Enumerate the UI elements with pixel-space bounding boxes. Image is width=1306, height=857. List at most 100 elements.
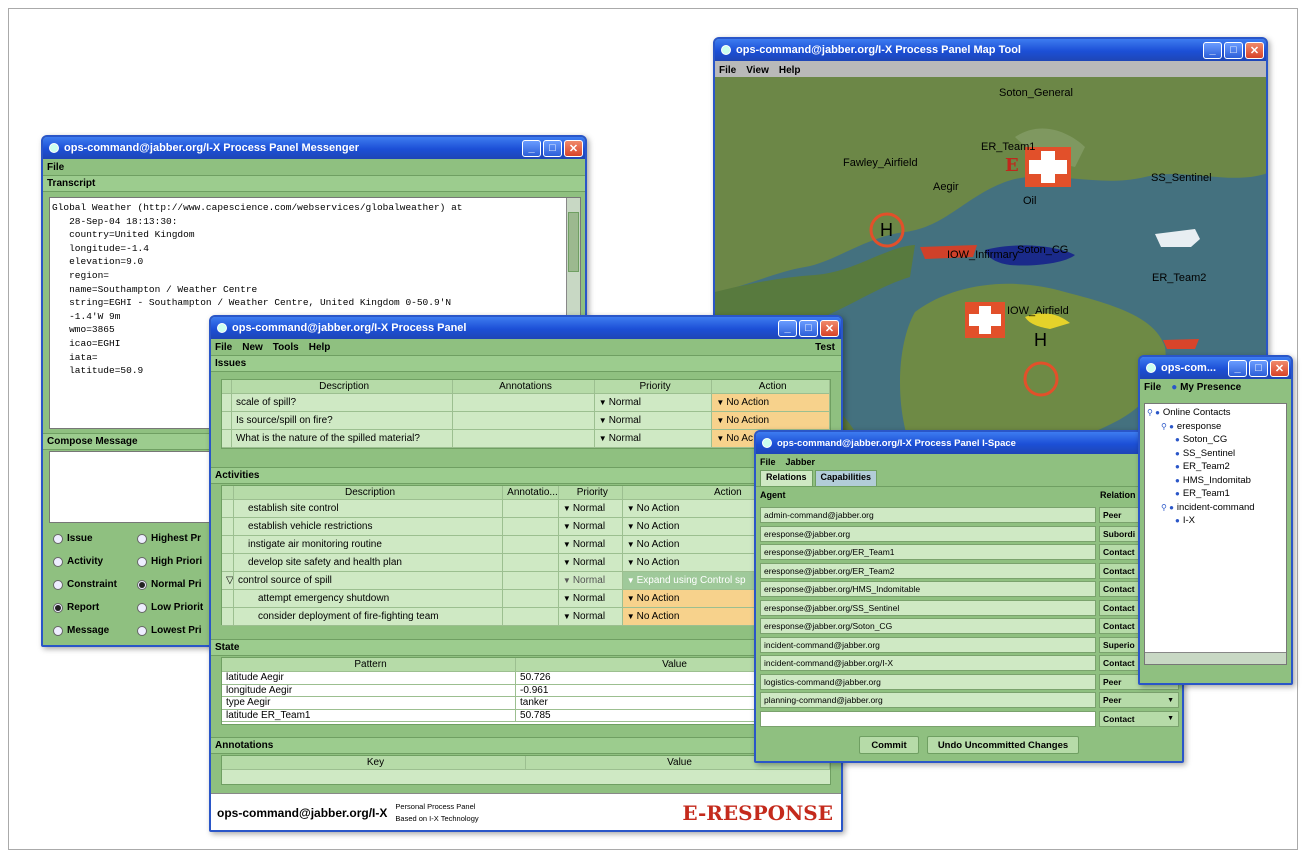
messenger-menu-file[interactable]: File: [47, 162, 64, 173]
state-row[interactable]: latitude ER_Team1 50.785: [222, 709, 830, 722]
agent-field[interactable]: eresponse@jabber.org/Soton_CG: [760, 618, 1096, 634]
activity-row[interactable]: attempt emergency shutdown ▼ Normal ▼ No Act…: [222, 590, 830, 608]
panel-menu-new[interactable]: New: [242, 342, 263, 353]
contact-tree-node[interactable]: ⚲ ● incident-command: [1147, 501, 1284, 515]
dropdown-arrow-icon[interactable]: ▼: [627, 558, 635, 567]
issue-priority[interactable]: ▼ Normal: [595, 394, 713, 411]
map-menu-help[interactable]: Help: [779, 65, 801, 76]
issue-priority[interactable]: ▼ Normal: [595, 430, 713, 447]
activity-expander[interactable]: [222, 554, 234, 571]
activity-priority[interactable]: ▼ Normal: [559, 500, 623, 517]
dropdown-arrow-icon[interactable]: ▼: [563, 522, 571, 531]
scroll-thumb[interactable]: [568, 212, 579, 272]
radio-message[interactable]: Message: [53, 625, 109, 636]
agent-field[interactable]: [760, 710, 1096, 727]
minimize-icon[interactable]: _: [1228, 359, 1247, 377]
map-menu-view[interactable]: View: [746, 65, 769, 76]
close-icon[interactable]: ✕: [1270, 359, 1289, 377]
maximize-icon[interactable]: □: [1224, 41, 1243, 59]
dropdown-arrow-icon[interactable]: ▼: [716, 416, 724, 425]
activity-priority[interactable]: ▼ Normal: [559, 572, 623, 589]
activity-expander[interactable]: [222, 518, 234, 535]
dropdown-arrow-icon[interactable]: ▼: [627, 540, 635, 549]
horizontal-scrollbar[interactable]: [1145, 652, 1286, 664]
activity-priority[interactable]: ▼ Normal: [559, 590, 623, 607]
dropdown-arrow-icon[interactable]: ▼: [563, 504, 571, 513]
agent-field[interactable]: logistics-command@jabber.org: [760, 673, 1096, 690]
state-row[interactable]: type Aegir tanker: [222, 697, 830, 710]
contact-tree-node[interactable]: ⚲ ● eresponse: [1147, 420, 1284, 434]
agent-field[interactable]: eresponse@jabber.org: [760, 525, 1096, 542]
radio-report[interactable]: Report: [53, 602, 99, 613]
dropdown-arrow-icon[interactable]: ▼: [627, 576, 635, 585]
map-menu-file[interactable]: File: [719, 65, 736, 76]
close-icon[interactable]: ✕: [820, 319, 839, 337]
activity-expander[interactable]: ▽: [222, 572, 234, 589]
minimize-icon[interactable]: _: [1203, 41, 1222, 59]
close-icon[interactable]: ✕: [1245, 41, 1264, 59]
contact-tree-node[interactable]: ● SS_Sentinel: [1147, 447, 1284, 461]
undo-changes-button[interactable]: Undo Uncommitted Changes: [927, 736, 1079, 754]
activity-row[interactable]: ▽ control source of spill ▼ Normal ▼ Expand u…: [222, 572, 830, 590]
activity-row[interactable]: instigate air monitoring routine ▼ Normal ▼…: [222, 536, 830, 554]
dropdown-arrow-icon[interactable]: ▼: [563, 558, 571, 567]
relation-select[interactable]: Peer ▼: [1099, 692, 1179, 708]
dropdown-arrow-icon[interactable]: ▼: [627, 522, 635, 531]
minimize-icon[interactable]: _: [522, 139, 541, 157]
agent-field[interactable]: eresponse@jabber.org/SS_Sentinel: [760, 599, 1096, 616]
dropdown-arrow-icon[interactable]: ▼: [563, 540, 571, 549]
contacts-tree-area[interactable]: ⚲ ● Online Contacts ⚲ ● eresponse ● Soton_CG ●…: [1144, 403, 1287, 665]
activity-row[interactable]: consider deployment of fire-fighting tea…: [222, 608, 830, 626]
agent-field[interactable]: admin-command@jabber.org: [760, 507, 1096, 523]
presence-menu-my-presence[interactable]: ● My Presence: [1171, 382, 1241, 393]
tab-capabilities[interactable]: Capabilities: [814, 470, 878, 486]
agent-field[interactable]: planning-command@jabber.org: [760, 692, 1096, 708]
issue-action[interactable]: ▼ No Action: [712, 394, 830, 411]
state-row[interactable]: longitude Aegir -0.961: [222, 684, 830, 697]
contact-tree-node[interactable]: ● ER_Team1: [1147, 487, 1284, 501]
dropdown-arrow-icon[interactable]: ▼: [563, 576, 571, 585]
issue-row[interactable]: What is the nature of the spilled materi…: [222, 430, 830, 448]
activity-row[interactable]: develop site safety and health plan ▼ Norm…: [222, 554, 830, 572]
activity-expander[interactable]: [222, 536, 234, 553]
radio-normal-pri[interactable]: Normal Pri: [137, 579, 202, 590]
dropdown-arrow-icon[interactable]: ▼: [563, 594, 571, 603]
maximize-icon[interactable]: □: [1249, 359, 1268, 377]
radio-issue[interactable]: Issue: [53, 533, 93, 544]
agent-field[interactable]: eresponse@jabber.org/ER_Team2: [760, 562, 1096, 579]
panel-menu-file[interactable]: File: [215, 342, 232, 353]
agent-field[interactable]: incident-command@jabber.org/I-X: [760, 655, 1096, 671]
dropdown-arrow-icon[interactable]: ▼: [716, 434, 724, 443]
contact-tree-node[interactable]: ● HMS_Indomitab: [1147, 474, 1284, 488]
maximize-icon[interactable]: □: [799, 319, 818, 337]
activity-row[interactable]: establish vehicle restrictions ▼ Normal ▼ No…: [222, 518, 830, 536]
activity-priority[interactable]: ▼ Normal: [559, 608, 623, 625]
activity-expander[interactable]: [222, 608, 234, 625]
contact-tree-node[interactable]: ● I-X: [1147, 514, 1284, 528]
contact-tree-node[interactable]: ● ER_Team2: [1147, 460, 1284, 474]
dropdown-arrow-icon[interactable]: ▼: [627, 612, 635, 621]
dropdown-arrow-icon[interactable]: ▼: [563, 612, 571, 621]
dropdown-arrow-icon[interactable]: ▼: [599, 434, 607, 443]
issue-action[interactable]: ▼ No Action: [712, 412, 830, 429]
radio-lowest-pri[interactable]: Lowest Pri: [137, 625, 202, 636]
radio-high-priori[interactable]: High Priori: [137, 556, 202, 567]
radio-constraint[interactable]: Constraint: [53, 579, 117, 590]
activity-priority[interactable]: ▼ Normal: [559, 554, 623, 571]
issue-priority[interactable]: ▼ Normal: [595, 412, 713, 429]
activity-priority[interactable]: ▼ Normal: [559, 518, 623, 535]
contact-tree-node[interactable]: ⚲ ● Online Contacts: [1147, 406, 1284, 420]
tab-relations[interactable]: Relations: [760, 470, 813, 486]
panel-menu-test[interactable]: Test: [815, 342, 835, 353]
radio-low-priorit[interactable]: Low Priorit: [137, 602, 203, 613]
dropdown-arrow-icon[interactable]: ▼: [716, 398, 724, 407]
commit-button[interactable]: Commit: [859, 736, 919, 754]
ispace-menu-file[interactable]: File: [760, 457, 776, 467]
panel-menu-tools[interactable]: Tools: [273, 342, 299, 353]
dropdown-arrow-icon[interactable]: ▼: [599, 416, 607, 425]
issue-row[interactable]: scale of spill? ▼ Normal ▼ No Action: [222, 394, 830, 412]
contact-tree-node[interactable]: ● Soton_CG: [1147, 433, 1284, 447]
presence-menu-file[interactable]: File: [1144, 382, 1161, 393]
agent-field[interactable]: eresponse@jabber.org/HMS_Indomitable: [760, 581, 1096, 597]
activity-row[interactable]: establish site control ▼ Normal ▼ No Action: [222, 500, 830, 518]
